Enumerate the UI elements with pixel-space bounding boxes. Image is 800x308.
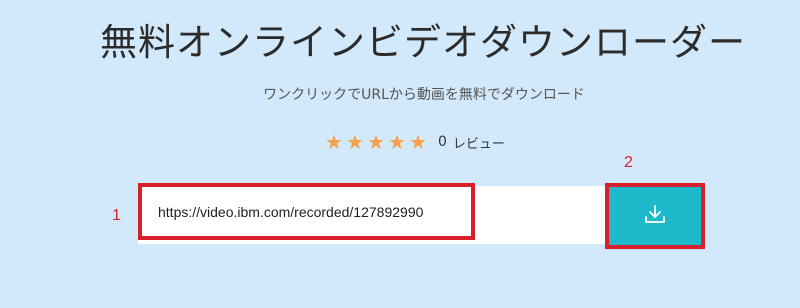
star-icon[interactable]: ★ [367,132,385,152]
annotation-marker-2: 2 [624,154,633,171]
star-icon[interactable]: ★ [409,132,427,152]
download-icon [644,204,666,228]
rating-row: ★ ★ ★ ★ ★ 0 レビュー [325,130,505,154]
review-count: 0 [438,134,447,150]
annotation-marker-1: 1 [112,207,121,224]
url-input[interactable] [138,183,475,240]
star-icon[interactable]: ★ [325,132,343,152]
download-button[interactable] [605,183,705,249]
review-label: レビュー [452,136,505,152]
page-subtitle: ワンクリックでURLから動画を無料でダウンロード [263,87,585,103]
page-title: 無料オンラインビデオダウンローダー [100,21,746,64]
star-icon[interactable]: ★ [388,132,406,152]
star-icon[interactable]: ★ [346,132,364,152]
